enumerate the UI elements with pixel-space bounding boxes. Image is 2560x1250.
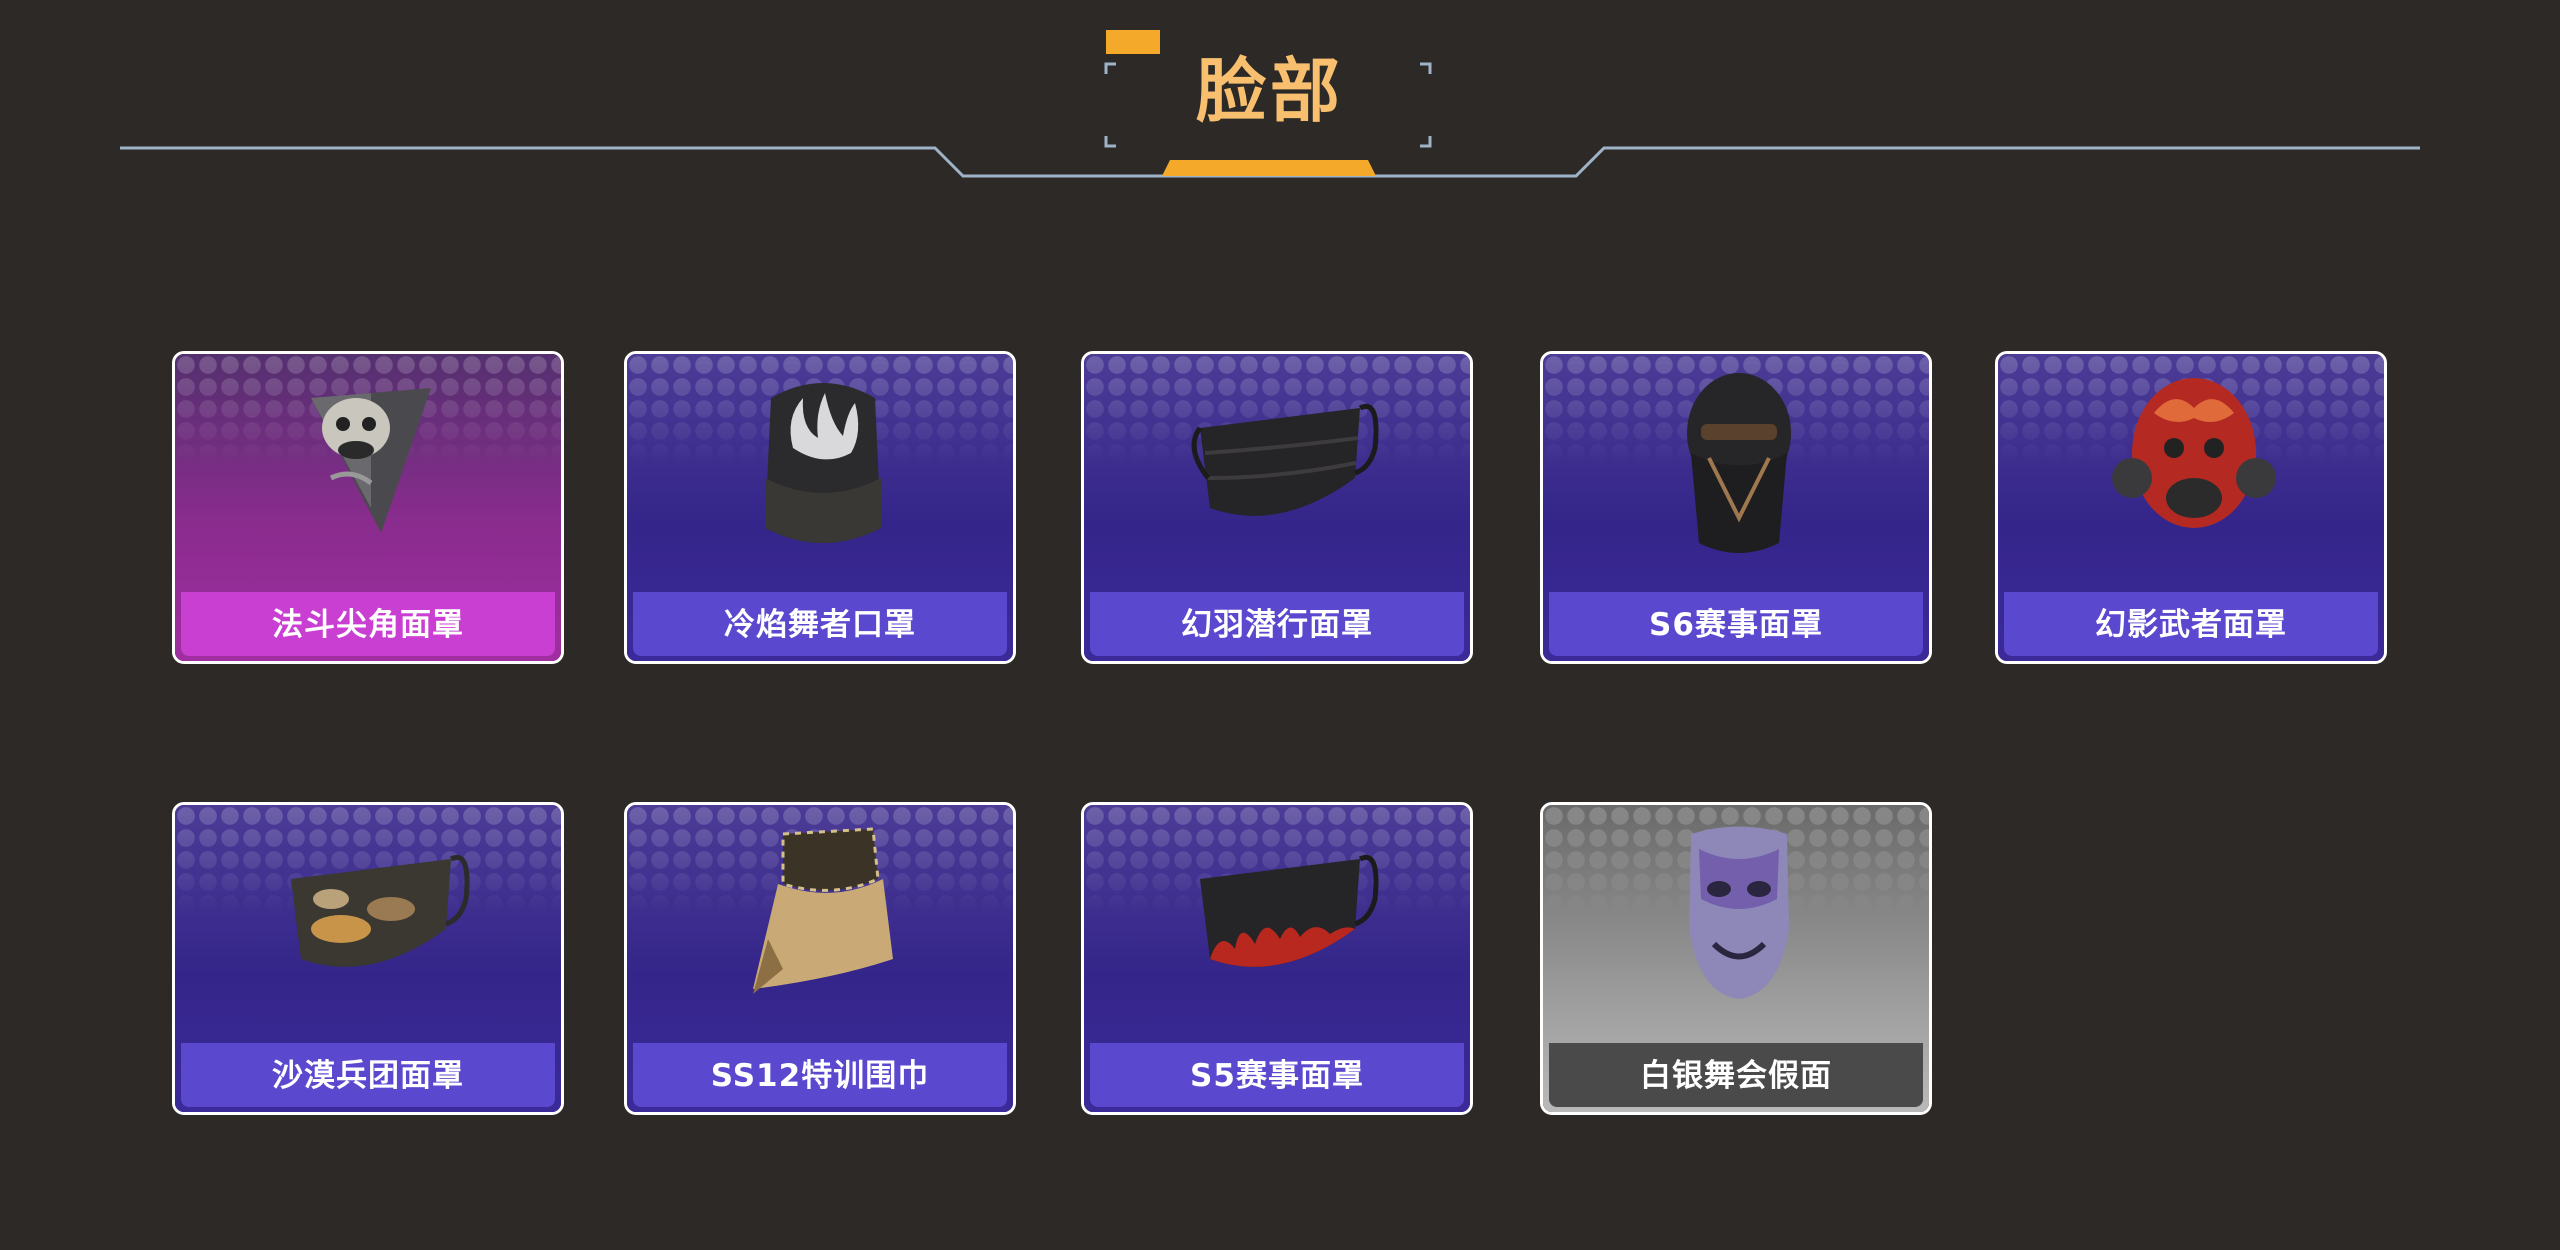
flame-neck-gaiter-icon bbox=[765, 383, 881, 543]
red-samurai-gas-mask-icon bbox=[2112, 378, 2276, 528]
corner-bracket-bl bbox=[1104, 136, 1116, 148]
item-name: 沙漠兵团面罩 bbox=[181, 1043, 555, 1107]
item-card[interactable]: S6赛事面罩 bbox=[1540, 351, 1932, 664]
item-card[interactable]: 沙漠兵团面罩 bbox=[172, 802, 564, 1115]
item-name: S6赛事面罩 bbox=[1549, 592, 1923, 656]
ninja-hood-mask-icon bbox=[1687, 373, 1791, 553]
shemagh-scarf-icon bbox=[753, 827, 893, 994]
corner-bracket-tr bbox=[1420, 62, 1432, 74]
corner-bracket-tl bbox=[1104, 62, 1116, 74]
item-name: SS12特训围巾 bbox=[633, 1043, 1007, 1107]
item-name: 幻影武者面罩 bbox=[2004, 592, 2378, 656]
item-name: S5赛事面罩 bbox=[1090, 1043, 1464, 1107]
desert-camo-mask-icon bbox=[291, 854, 470, 967]
item-card[interactable]: 幻羽潜行面罩 bbox=[1081, 351, 1473, 664]
silver-masquerade-mask-icon bbox=[1689, 826, 1789, 999]
item-card[interactable]: SS12特训围巾 bbox=[624, 802, 1016, 1115]
black-face-mask-icon bbox=[1191, 403, 1379, 516]
item-name: 冷焰舞者口罩 bbox=[633, 592, 1007, 656]
page-title: 脸部 bbox=[1196, 50, 1344, 132]
header-accent-bar bbox=[1162, 160, 1376, 176]
header-accent-tab bbox=[1106, 30, 1160, 54]
item-card[interactable]: 幻影武者面罩 bbox=[1995, 351, 2387, 664]
item-card[interactable]: 法斗尖角面罩 bbox=[172, 351, 564, 664]
bulldog-bandana-mask-icon bbox=[311, 388, 431, 533]
flame-face-mask-icon bbox=[1200, 854, 1379, 967]
item-card[interactable]: S5赛事面罩 bbox=[1081, 802, 1473, 1115]
item-name: 法斗尖角面罩 bbox=[181, 592, 555, 656]
item-card[interactable]: 冷焰舞者口罩 bbox=[624, 351, 1016, 664]
section-header: 脸部 bbox=[0, 0, 2560, 200]
item-card[interactable]: 白银舞会假面 bbox=[1540, 802, 1932, 1115]
item-name: 白银舞会假面 bbox=[1549, 1043, 1923, 1107]
corner-bracket-br bbox=[1420, 136, 1432, 148]
item-name: 幻羽潜行面罩 bbox=[1090, 592, 1464, 656]
